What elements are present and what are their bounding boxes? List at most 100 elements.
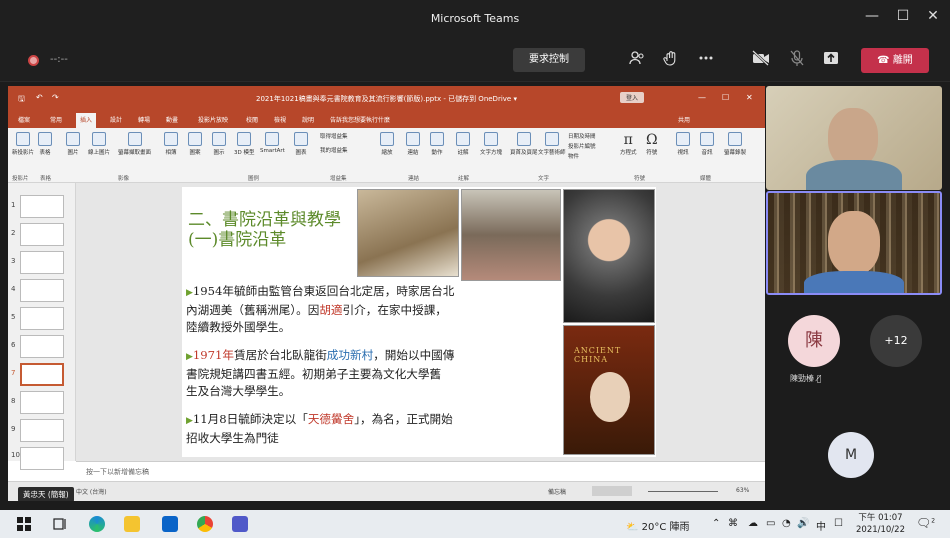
ribbon-symbol[interactable]: Ω 符號 <box>646 132 658 156</box>
ribbon-header-footer[interactable]: 頁首及頁尾 <box>510 132 538 156</box>
account-button[interactable]: 登入 <box>620 92 645 103</box>
ribbon-get-addins[interactable]: 取得增益集 <box>320 132 348 140</box>
notes-pane[interactable]: 按一下以新增備忘稿 <box>76 461 765 481</box>
edge-icon[interactable] <box>89 516 105 532</box>
more-icon[interactable] <box>695 49 717 71</box>
participant-video-1[interactable] <box>766 86 942 190</box>
ribbon-table[interactable]: 表格 <box>38 132 52 156</box>
request-control-button[interactable]: 要求控制 <box>513 48 585 72</box>
share-ribbon-button[interactable]: 共用 <box>678 115 690 124</box>
slide-thumbnail[interactable] <box>20 447 64 470</box>
weather-widget[interactable]: ⛅ 20°C 陣雨 <box>626 518 690 533</box>
tab-home[interactable]: 常用 <box>50 115 62 124</box>
ribbon-group-media: 媒體 <box>700 176 712 182</box>
tab-slideshow[interactable]: 投影片放映 <box>198 115 228 124</box>
pp-close-icon[interactable]: ✕ <box>746 93 753 102</box>
ribbon-zoom[interactable]: 縮放 <box>380 132 394 156</box>
ribbon-pictures[interactable]: 圖片 <box>66 132 80 156</box>
ribbon-textbox[interactable]: 文字方塊 <box>480 132 502 156</box>
windows-start-icon[interactable] <box>17 516 33 532</box>
chrome-icon[interactable] <box>197 516 213 532</box>
ribbon-screen-recording[interactable]: 螢幕錄製 <box>724 132 746 156</box>
ribbon-album[interactable]: 相簿 <box>164 132 178 156</box>
battery-icon[interactable]: ▭ <box>766 518 775 529</box>
status-language: 中文 (台灣) <box>76 489 107 496</box>
ribbon-group-text: 文字 <box>538 176 550 182</box>
network-icon[interactable]: ⌘ <box>728 518 738 529</box>
ribbon-smartart[interactable]: SmartArt <box>260 132 285 154</box>
ribbon-equation[interactable]: π 方程式 <box>620 132 637 156</box>
pp-restore-icon[interactable]: ☐ <box>722 93 729 102</box>
share-icon[interactable] <box>820 49 842 71</box>
task-view-icon[interactable] <box>52 516 68 532</box>
current-slide[interactable]: 二、書院沿革與教學 (一)書院沿革 ANCIENT CHINA ▶1954年毓師… <box>182 187 656 457</box>
slide-thumbnail[interactable] <box>20 195 64 218</box>
ribbon-3d-models[interactable]: 3D 模型 <box>234 132 254 156</box>
ribbon-object[interactable]: 物件 <box>568 152 579 160</box>
shared-screen: 🖫 ↶ ↷ 2021年1021稿畫與奉元書院教育及其流行影響(節版).pptx … <box>8 86 765 501</box>
ribbon-comment[interactable]: 註解 <box>456 132 470 156</box>
minimize-button[interactable]: — <box>860 8 884 24</box>
ribbon-slide-number[interactable]: 投影片編號 <box>568 142 596 150</box>
input-mode-icon[interactable]: ☐ <box>834 518 843 529</box>
maximize-button[interactable]: ☐ <box>891 8 915 24</box>
ribbon-date-time[interactable]: 日期及時間 <box>568 132 596 140</box>
volume-icon[interactable]: 🔊 <box>797 518 809 529</box>
slide-thumbnail[interactable] <box>20 419 64 442</box>
ribbon-icons[interactable]: 圖示 <box>212 132 226 156</box>
tab-view[interactable]: 檢視 <box>274 115 286 124</box>
notes-toggle[interactable]: 備忘稿 <box>548 487 566 496</box>
avatar-m[interactable]: M <box>828 432 874 478</box>
file-explorer-icon[interactable] <box>124 516 140 532</box>
more-participants-button[interactable]: +12 <box>870 315 922 367</box>
notifications-icon[interactable]: 🗨2 <box>916 516 935 530</box>
slide-thumbnail[interactable] <box>20 335 64 358</box>
clock[interactable]: 下午 01:07 2021/10/22 <box>856 512 905 536</box>
ribbon-online-pictures[interactable]: 線上圖片 <box>88 132 110 156</box>
ribbon-my-addins[interactable]: 我的增益集 <box>320 146 348 154</box>
avatar-chen[interactable]: 陳 <box>788 315 840 367</box>
mail-icon[interactable] <box>162 516 178 532</box>
leave-button[interactable]: ☎ 離開 <box>861 48 929 73</box>
tab-insert[interactable]: 插入 <box>76 113 97 128</box>
ribbon-wordart[interactable]: 文字藝術師 <box>538 132 566 156</box>
ribbon-action[interactable]: 動作 <box>430 132 444 156</box>
reactions-icon[interactable] <box>660 49 682 71</box>
tell-me-search[interactable]: 告訴我您想要執行什麼 <box>330 115 390 124</box>
tray-expand-icon[interactable]: ⌃ <box>712 518 720 529</box>
close-button[interactable]: ✕ <box>921 8 945 24</box>
ribbon-link[interactable]: 連結 <box>406 132 420 156</box>
camera-off-icon[interactable] <box>750 49 772 71</box>
ribbon-screenshot[interactable]: 螢幕擷取畫面 <box>118 132 151 156</box>
ribbon-tabs: 檔案 常用 插入 設計 轉場 動畫 投影片放映 校閱 檢視 說明 告訴我您想要執… <box>8 112 765 128</box>
tab-transitions[interactable]: 轉場 <box>138 115 150 124</box>
tab-review[interactable]: 校閱 <box>246 115 258 124</box>
slide-thumbnail-selected[interactable] <box>20 363 64 386</box>
onedrive-icon[interactable]: ☁ <box>748 518 758 529</box>
participants-icon[interactable] <box>626 49 648 71</box>
tab-design[interactable]: 設計 <box>110 115 122 124</box>
ribbon-shapes[interactable]: 圖案 <box>188 132 202 156</box>
ribbon-video[interactable]: 視訊 <box>676 132 690 156</box>
zoom-slider[interactable] <box>648 491 718 492</box>
tab-animations[interactable]: 動畫 <box>166 115 178 124</box>
ime-indicator[interactable]: 中 <box>816 518 826 533</box>
view-buttons[interactable] <box>592 486 632 496</box>
ribbon-group-links: 連結 <box>408 176 420 182</box>
tab-help[interactable]: 說明 <box>302 115 314 124</box>
slide-thumbnail[interactable] <box>20 391 64 414</box>
wifi-icon[interactable]: ◔ <box>782 518 791 529</box>
slide-thumbnail[interactable] <box>20 251 64 274</box>
ribbon-audio[interactable]: 音訊 <box>700 132 714 156</box>
participant-video-2-active-speaker[interactable] <box>766 191 942 295</box>
portrait-photo <box>563 189 655 323</box>
pp-minimize-icon[interactable]: — <box>698 93 706 102</box>
mic-off-icon[interactable] <box>786 49 808 71</box>
tab-file[interactable]: 檔案 <box>18 115 30 124</box>
slide-thumbnail[interactable] <box>20 307 64 330</box>
ribbon-chart[interactable]: 圖表 <box>294 132 308 156</box>
slide-thumbnail[interactable] <box>20 279 64 302</box>
slide-thumbnail[interactable] <box>20 223 64 246</box>
ribbon-new-slide[interactable]: 新投影片 <box>12 132 34 156</box>
teams-icon[interactable] <box>232 516 248 532</box>
